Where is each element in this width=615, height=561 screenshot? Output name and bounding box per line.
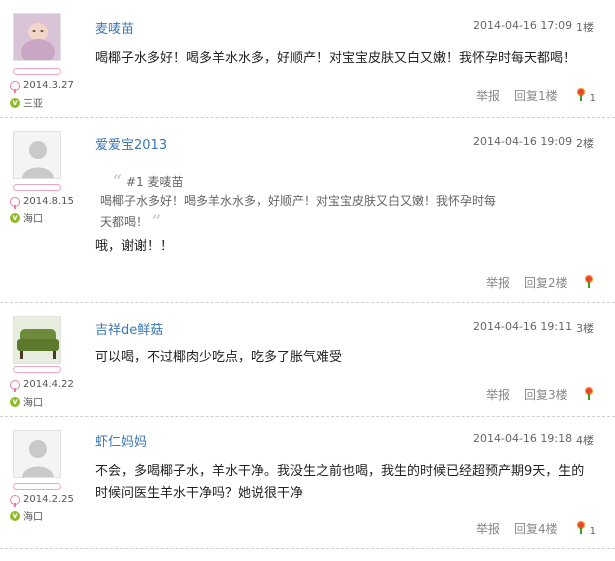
level-bar bbox=[13, 184, 61, 191]
post-content: 哦，谢谢！！ bbox=[95, 236, 173, 258]
location: v 海口 bbox=[10, 210, 43, 225]
flower-button[interactable]: 1 bbox=[576, 520, 597, 537]
post-floor-3: 2014.4.22 v 海口 吉祥de鲜菇 2014-04-16 19:11 3… bbox=[0, 303, 615, 417]
quote-line-last: 天都喝！ ” bbox=[100, 211, 496, 232]
quote-line: 天都喝！ bbox=[100, 215, 149, 229]
post-actions: 举报 回复1楼 1 bbox=[476, 87, 596, 104]
post-actions: 举报 回复2楼 bbox=[486, 274, 594, 291]
flower-count: 1 bbox=[589, 525, 597, 537]
content-line: 喝椰子水多好！喝多羊水水多，好顺产！对宝宝皮肤又白又嫩！我怀孕时每天都喝！ bbox=[95, 51, 577, 66]
avatar[interactable] bbox=[13, 430, 61, 478]
report-button[interactable]: 举报 bbox=[486, 274, 510, 291]
post-floor-2: 2014.8.15 v 海口 爱爱宝2013 2014-04-16 19:09 … bbox=[0, 118, 615, 303]
report-button[interactable]: 举报 bbox=[476, 520, 500, 537]
join-date: 2014.3.27 bbox=[10, 80, 74, 93]
post-floor-1: 2014.3.27 v 三亚 麦唛苗 2014-04-16 17:09 1楼 喝… bbox=[0, 0, 615, 118]
level-bar bbox=[13, 68, 61, 75]
post-floor-4: 2014.2.25 v 海口 虾仁妈妈 2014-04-16 19:18 4楼 … bbox=[0, 417, 615, 549]
green-sofa-photo-icon bbox=[14, 317, 60, 363]
join-date: 2014.8.15 bbox=[10, 196, 74, 209]
location: v 海口 bbox=[10, 508, 43, 523]
post-content: 不会，多喝椰子水，羊水干净。我没生之前也喝，我生的时候已经超预产期9天，生的 时… bbox=[95, 461, 584, 505]
female-icon bbox=[10, 80, 20, 93]
content-line: 不会，多喝椰子水，羊水干净。我没生之前也喝，我生的时候已经超预产期9天，生的 bbox=[95, 464, 585, 479]
level-bar bbox=[13, 366, 61, 373]
join-date-text: 2014.4.22 bbox=[23, 379, 74, 390]
location-badge-icon: v bbox=[10, 510, 20, 521]
report-button[interactable]: 举报 bbox=[486, 386, 510, 403]
quote-close-icon: ” bbox=[151, 211, 162, 230]
location-badge-icon: v bbox=[10, 396, 20, 407]
female-icon bbox=[10, 196, 20, 209]
content-line: 可以喝，不过椰肉少吃点，吃多了胀气难受 bbox=[95, 350, 343, 365]
location-text: 海口 bbox=[23, 214, 43, 225]
flower-button[interactable]: 1 bbox=[576, 87, 597, 104]
join-date-text: 2014.8.15 bbox=[23, 196, 74, 207]
flower-button[interactable] bbox=[584, 274, 594, 291]
post-time: 2014-04-16 19:09 bbox=[473, 135, 573, 148]
username-link[interactable]: 麦唛苗 bbox=[95, 18, 134, 37]
floor-number: 3楼 bbox=[576, 322, 594, 335]
username-link[interactable]: 吉祥de鲜菇 bbox=[95, 319, 163, 338]
female-icon bbox=[10, 379, 20, 392]
join-date: 2014.2.25 bbox=[10, 494, 74, 507]
flower-icon bbox=[584, 386, 594, 400]
post-content: 喝椰子水多好！喝多羊水水多，好顺产！对宝宝皮肤又白又嫩！我怀孕时每天都喝！ bbox=[95, 48, 576, 70]
location-text: 海口 bbox=[23, 512, 43, 523]
location: v 海口 bbox=[10, 394, 43, 409]
join-date-text: 2014.2.25 bbox=[23, 494, 74, 505]
location: v 三亚 bbox=[10, 95, 43, 110]
quote-open-icon: “ bbox=[113, 171, 123, 190]
post-actions: 举报 回复4楼 1 bbox=[476, 520, 596, 537]
join-date: 2014.4.22 bbox=[10, 379, 74, 392]
post-time: 2014-04-16 19:18 bbox=[473, 432, 573, 445]
avatar[interactable] bbox=[13, 316, 61, 364]
quote-block: “ #1 麦唛苗 喝椰子水多好！喝多羊水水多，好顺产！对宝宝皮肤又白又嫩！我怀孕… bbox=[100, 171, 496, 232]
baby-photo-icon bbox=[14, 14, 60, 60]
quote-line: 喝椰子水多好！喝多羊水水多，好顺产！对宝宝皮肤又白又嫩！我怀孕时每 bbox=[100, 194, 497, 208]
flower-button[interactable] bbox=[584, 386, 594, 403]
reply-button[interactable]: 回复3楼 bbox=[524, 386, 568, 403]
join-date-text: 2014.3.27 bbox=[23, 80, 74, 91]
content-line: 时候问医生羊水干净吗？她说很干净 bbox=[95, 486, 304, 501]
default-user-silhouette-icon bbox=[14, 431, 60, 477]
location-badge-icon: v bbox=[10, 212, 20, 223]
location-badge-icon: v bbox=[10, 97, 20, 108]
reply-button[interactable]: 回复2楼 bbox=[524, 274, 568, 291]
floor-number: 1楼 bbox=[576, 21, 594, 34]
reply-button[interactable]: 回复1楼 bbox=[514, 87, 558, 104]
quote-author: #1 麦唛苗 bbox=[126, 175, 184, 189]
female-icon bbox=[10, 494, 20, 507]
flower-icon bbox=[576, 87, 586, 101]
report-button[interactable]: 举报 bbox=[476, 87, 500, 104]
quote-header: “ #1 麦唛苗 bbox=[113, 171, 496, 192]
avatar[interactable] bbox=[13, 13, 61, 61]
level-bar bbox=[13, 483, 61, 490]
flower-count: 1 bbox=[589, 92, 597, 104]
location-text: 三亚 bbox=[23, 99, 43, 110]
floor-number: 2楼 bbox=[576, 137, 594, 150]
default-user-silhouette-icon bbox=[14, 132, 60, 178]
content-line: 哦，谢谢！！ bbox=[95, 239, 174, 254]
location-text: 海口 bbox=[23, 398, 43, 409]
flower-icon bbox=[576, 520, 586, 534]
post-time: 2014-04-16 19:11 bbox=[473, 320, 573, 333]
reply-button[interactable]: 回复4楼 bbox=[514, 520, 558, 537]
flower-icon bbox=[584, 274, 594, 288]
post-time: 2014-04-16 17:09 bbox=[473, 19, 573, 32]
username-link[interactable]: 爱爱宝2013 bbox=[95, 134, 167, 153]
post-content: 可以喝，不过椰肉少吃点，吃多了胀气难受 bbox=[95, 347, 342, 369]
floor-number: 4楼 bbox=[576, 434, 594, 447]
post-actions: 举报 回复3楼 bbox=[486, 386, 594, 403]
username-link[interactable]: 虾仁妈妈 bbox=[95, 431, 147, 450]
avatar[interactable] bbox=[13, 131, 61, 179]
